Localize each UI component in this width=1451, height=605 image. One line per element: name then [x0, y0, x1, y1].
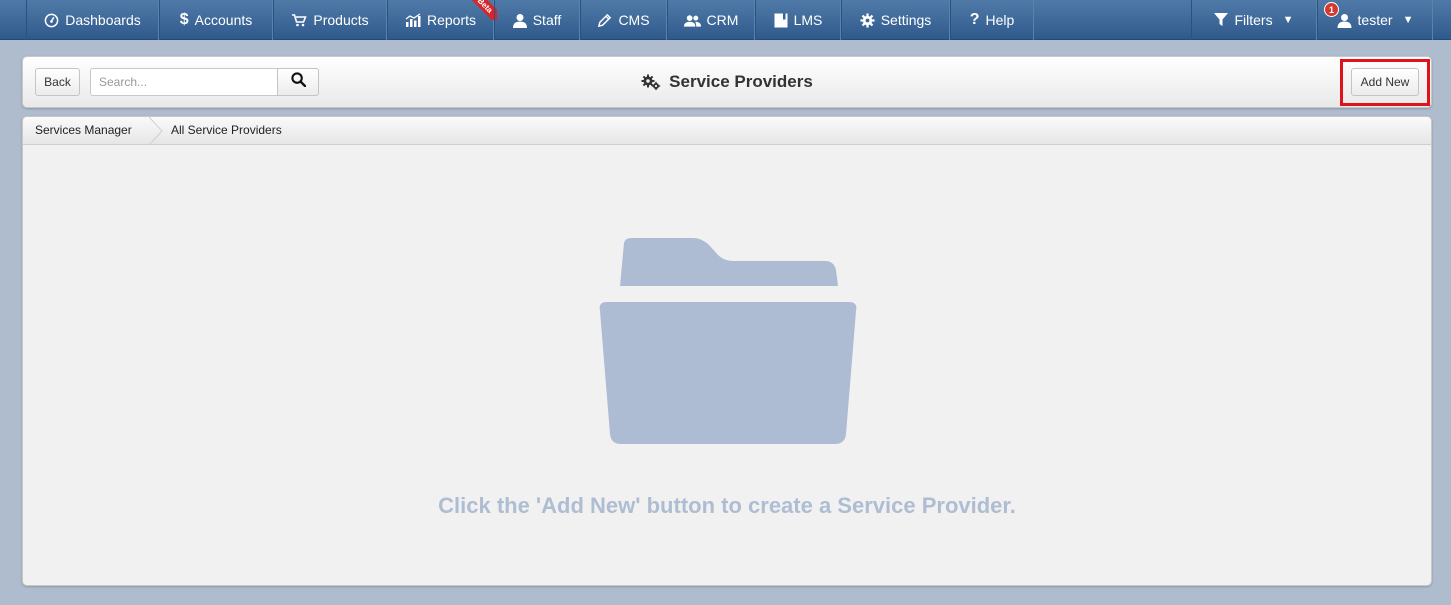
pencil-icon — [597, 13, 612, 28]
nav-label: Products — [313, 12, 369, 28]
nav-label: Filters — [1234, 12, 1273, 28]
page-title-text: Service Providers — [669, 72, 813, 91]
nav-item-accounts[interactable]: $ Accounts — [159, 0, 273, 40]
book-icon — [774, 13, 788, 28]
nav-item-cms[interactable]: CMS — [580, 0, 667, 40]
nav-item-lms[interactable]: LMS — [755, 0, 841, 40]
dashboard-icon — [44, 13, 59, 28]
nav-item-reports[interactable]: Reports Beta — [387, 0, 497, 40]
nav-label: Dashboards — [65, 12, 141, 28]
filter-icon — [1214, 13, 1229, 27]
nav-label: CMS — [618, 12, 650, 28]
users-icon — [683, 14, 701, 27]
page-header: Back Service Providers Add New — [22, 56, 1432, 108]
gear-icon — [860, 12, 875, 28]
nav-left-group: Dashboards $ Accounts Products Reports B… — [26, 0, 1034, 40]
nav-label: Help — [985, 12, 1015, 28]
caret-down-icon: ▼ — [1402, 14, 1414, 26]
breadcrumb-services-manager[interactable]: Services Manager — [35, 117, 132, 144]
empty-state-message: Click the 'Add New' button to create a S… — [438, 493, 1016, 518]
question-icon: ? — [969, 11, 980, 28]
beta-ribbon: Beta — [461, 0, 497, 20]
nav-right-group: Filters ▼ 1 tester ▼ — [1191, 0, 1433, 40]
nav-label: Settings — [880, 12, 932, 28]
nav-label: Accounts — [194, 12, 253, 28]
nav-label: tester — [1357, 12, 1393, 28]
nav-item-dashboards[interactable]: Dashboards — [26, 0, 159, 40]
cart-icon — [291, 13, 308, 27]
user-icon — [1337, 13, 1352, 28]
add-new-button[interactable]: Add New — [1351, 68, 1419, 96]
folder-icon — [598, 238, 858, 451]
nav-item-staff[interactable]: Staff — [494, 0, 580, 40]
nav-item-crm[interactable]: CRM — [667, 0, 755, 40]
gears-icon — [641, 74, 661, 90]
nav-item-filters[interactable]: Filters ▼ — [1191, 0, 1317, 40]
dollar-icon: $ — [179, 11, 189, 28]
breadcrumb-all-service-providers: All Service Providers — [171, 123, 282, 137]
top-navigation: Dashboards $ Accounts Products Reports B… — [0, 0, 1451, 40]
breadcrumb: Services Manager All Service Providers — [23, 117, 1431, 146]
content-panel: Services Manager All Service Providers C… — [22, 116, 1432, 586]
caret-down-icon: ▼ — [1282, 14, 1294, 26]
breadcrumb-separator — [148, 117, 163, 150]
chart-icon — [405, 13, 421, 27]
nav-item-settings[interactable]: Settings — [841, 0, 950, 40]
nav-label: LMS — [793, 12, 823, 28]
notification-badge: 1 — [1324, 2, 1339, 17]
nav-item-help[interactable]: ? Help — [950, 0, 1034, 40]
user-icon — [512, 13, 527, 28]
nav-label: CRM — [706, 12, 739, 28]
nav-item-user-menu[interactable]: 1 tester ▼ — [1317, 0, 1433, 40]
page-title: Service Providers — [23, 72, 1431, 92]
nav-item-products[interactable]: Products — [273, 0, 387, 40]
nav-label: Staff — [532, 12, 562, 28]
